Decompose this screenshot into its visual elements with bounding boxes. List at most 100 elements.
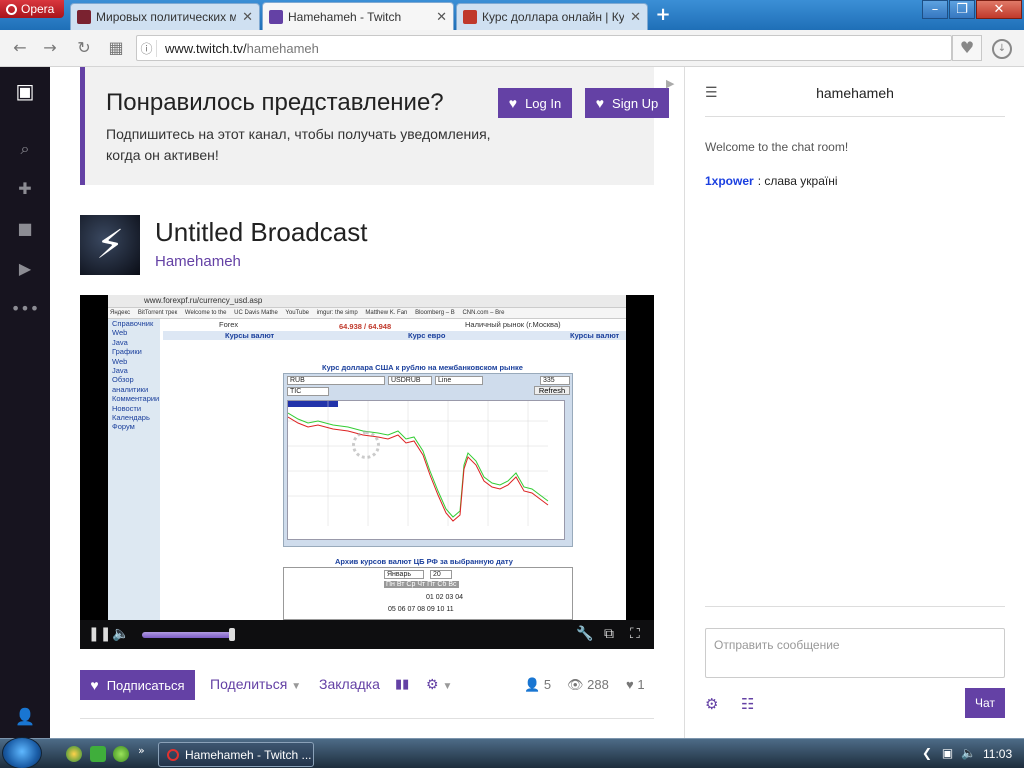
- games-controller-icon[interactable]: ✚: [0, 179, 50, 198]
- channel-avatar[interactable]: ⚡: [80, 215, 140, 275]
- video-select: Line: [435, 376, 483, 385]
- video-menu-item: Java: [112, 366, 128, 376]
- site-info-icon[interactable]: ⓘ: [137, 39, 157, 57]
- volume-slider-handle[interactable]: [229, 628, 235, 641]
- chat-title: hamehameh: [816, 85, 894, 101]
- chat-welcome-message: Welcome to the chat room!: [705, 140, 849, 154]
- fullscreen-icon[interactable]: ⛶: [630, 626, 640, 642]
- browser-tab[interactable]: Мировых политических мно ✕: [70, 3, 260, 30]
- twitch-favicon-icon: [269, 9, 283, 24]
- subscribe-button[interactable]: ♥ Подписаться: [80, 670, 195, 700]
- video-select: RUB: [287, 376, 385, 385]
- followers-heart-icon: ♥: [626, 677, 634, 692]
- video-player[interactable]: www.forexpf.ru/currency_usd.asp Яндекс B…: [80, 295, 654, 649]
- opera-menu-button[interactable]: Opera: [0, 0, 64, 18]
- utorrent-icon[interactable]: [90, 746, 106, 762]
- video-site-nav: Курсы валют Курс евро Курсы валют: [163, 331, 626, 340]
- tab-close-icon[interactable]: ✕: [436, 9, 447, 25]
- forward-arrow-icon[interactable]: →: [40, 38, 60, 58]
- video-chart-grid: [288, 401, 548, 526]
- video-chart-title: Курс доллара США к рублю на межбанковско…: [322, 363, 523, 372]
- videos-play-icon[interactable]: ▶: [0, 259, 50, 278]
- new-tab-button[interactable]: +: [652, 5, 674, 27]
- heart-icon: ♥: [90, 677, 99, 693]
- window-close-button[interactable]: ✕: [976, 0, 1022, 19]
- start-button-icon[interactable]: [2, 737, 42, 768]
- promo-title: Понравилось представление?: [106, 89, 444, 116]
- video-refresh-button: Refresh: [534, 386, 570, 395]
- video-bookmark: imgur: the simp: [316, 310, 358, 316]
- browser-titlebar: Opera Мировых политических мно ✕ Hameham…: [0, 0, 1024, 30]
- volume-icon[interactable]: 🔈: [112, 626, 129, 642]
- browser-tab-active[interactable]: Hamehameh - Twitch ✕: [262, 2, 454, 30]
- icq-flower-icon[interactable]: [113, 746, 129, 762]
- browser-navbar: ← → ↻ ▦ ⓘ www.twitch.tv/hamehameh ♥ ↓: [0, 30, 1024, 67]
- divider: [80, 718, 654, 719]
- window-minimize-button[interactable]: –: [922, 0, 948, 19]
- video-site-left-menu: Справочник Web Java Графики Web Java Обз…: [108, 319, 160, 620]
- viewer-count-value: 5: [543, 677, 552, 692]
- taskbar-clock[interactable]: 11:03: [983, 747, 1012, 761]
- pause-icon[interactable]: ❚❚: [88, 626, 111, 642]
- broadcast-title: Untitled Broadcast: [155, 217, 368, 247]
- browser-tab[interactable]: Курс доллара онлайн | Курс ✕: [456, 3, 648, 30]
- video-archive-year: 20: [430, 570, 452, 579]
- theatre-mode-icon[interactable]: ▮▮: [395, 676, 409, 692]
- view-count-value: 288: [587, 677, 609, 692]
- video-bookmark: Яндекс: [110, 310, 131, 316]
- user-profile-icon[interactable]: 👤: [0, 707, 50, 726]
- chat-viewer-list-icon[interactable]: ☷: [741, 695, 754, 713]
- bookmark-link[interactable]: Закладка: [319, 676, 380, 692]
- collapse-chat-arrow-icon[interactable]: ▶: [666, 77, 674, 90]
- chat-settings-gear-icon[interactable]: ⚙: [705, 695, 718, 713]
- volume-slider[interactable]: [142, 632, 232, 638]
- video-menu-item: Java: [112, 337, 128, 347]
- network-icon[interactable]: ▣: [942, 746, 953, 760]
- video-bookmark: UC Davis Mathe: [234, 310, 278, 316]
- stash-heart-icon[interactable]: ♥: [952, 35, 982, 61]
- address-bar[interactable]: ⓘ www.twitch.tv/hamehameh: [136, 35, 952, 61]
- url-path: hamehameh: [246, 40, 319, 56]
- tray-expand-icon[interactable]: ❮: [922, 746, 932, 760]
- video-menu-item: Новости: [112, 403, 142, 413]
- chat-message-input[interactable]: Отправить сообщение: [705, 628, 1005, 678]
- share-dropdown[interactable]: Поделиться ▼: [210, 676, 301, 692]
- back-arrow-icon[interactable]: ←: [10, 38, 30, 58]
- speed-dial-grid-icon[interactable]: ▦: [106, 38, 126, 58]
- login-button[interactable]: ♥ Log In: [498, 88, 572, 118]
- download-icon[interactable]: ↓: [992, 39, 1012, 59]
- settings-wrench-icon[interactable]: 🔧: [576, 626, 593, 642]
- video-header-right: Наличный рынок (г.Москва): [465, 320, 561, 329]
- video-bookmark: YouTube: [285, 310, 309, 316]
- video-bookmark: Bloomberg – B: [415, 310, 455, 316]
- chat-header: ☰ hamehameh: [705, 67, 1005, 117]
- volume-tray-icon[interactable]: 🔈: [961, 746, 976, 760]
- chat-send-button[interactable]: Чат: [965, 688, 1005, 718]
- search-icon[interactable]: ⌕: [0, 139, 50, 159]
- more-dots-icon[interactable]: •••: [0, 299, 50, 318]
- player-controls: ❚❚ 🔈 🔧 ⧉ ⛶: [80, 620, 654, 649]
- taskbar-window-button[interactable]: Hamehameh - Twitch ...: [158, 742, 314, 767]
- tab-close-icon[interactable]: ✕: [242, 9, 253, 25]
- tab-close-icon[interactable]: ✕: [630, 9, 641, 25]
- channels-camera-icon[interactable]: ■: [0, 219, 50, 238]
- video-nav-item: Курсы валют: [225, 331, 275, 340]
- video-menu-item: Комментарии: [112, 394, 160, 404]
- chat-username[interactable]: 1xpower: [705, 174, 754, 188]
- channel-name-link[interactable]: Hamehameh: [155, 253, 241, 270]
- quicklaunch-app-icon[interactable]: [66, 746, 82, 762]
- video-select: TIC: [287, 387, 329, 396]
- gear-icon: ⚙: [426, 676, 439, 692]
- twitch-logo-icon[interactable]: ▣: [0, 79, 50, 103]
- video-select: 335: [540, 376, 570, 385]
- video-menu-item: Справочник: [112, 319, 154, 328]
- gear-dropdown[interactable]: ⚙ ▼: [426, 676, 452, 693]
- divider: [705, 606, 1005, 607]
- window-maximize-button[interactable]: ❐: [949, 0, 975, 19]
- reload-icon[interactable]: ↻: [74, 38, 94, 58]
- opera-logo-icon: [167, 748, 179, 761]
- signup-button[interactable]: ♥ Sign Up: [585, 88, 669, 118]
- video-nav-item: Курсы валют: [570, 331, 620, 340]
- popout-icon[interactable]: ⧉: [604, 626, 614, 642]
- quicklaunch-overflow-icon[interactable]: »: [138, 744, 145, 757]
